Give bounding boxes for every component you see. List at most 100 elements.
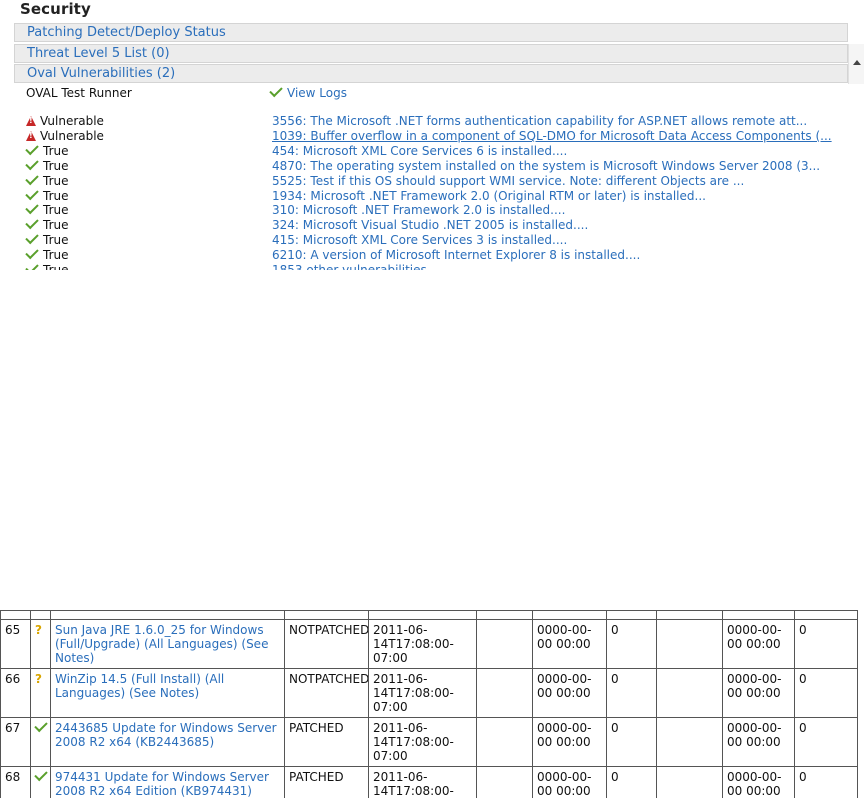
result-link[interactable]: 1039: Buffer overflow in a component of … (272, 129, 832, 144)
blank-area (0, 270, 864, 610)
count-cell: 0 (606, 668, 657, 718)
page-title: Security (20, 0, 91, 18)
result-link[interactable]: 324: Microsoft Visual Studio .NET 2005 i… (272, 218, 588, 233)
patch-status: NOTPATCHED (284, 668, 369, 718)
row-number: 65 (0, 619, 31, 669)
warning-icon (26, 131, 36, 141)
check-icon (25, 230, 39, 245)
count-cell: 0 (794, 619, 858, 669)
table-row (0, 610, 858, 620)
result-row: True 310: Microsoft .NET Framework 2.0 i… (25, 200, 846, 218)
patch-title-cell: 2443685 Update for Windows Server 2008 R… (50, 717, 285, 767)
result-link[interactable]: 6210: A version of Microsoft Internet Ex… (272, 248, 640, 263)
check-icon (25, 186, 39, 201)
count-cell: 0 (606, 766, 657, 798)
count-cell: 0 (794, 717, 858, 767)
scrollbar[interactable] (848, 44, 864, 84)
patch-status: NOTPATCHED (284, 619, 369, 669)
result-row: True 4870: The operating system installe… (25, 156, 846, 174)
patch-status: PATCHED (284, 766, 369, 798)
patch-title-cell: WinZip 14.5 (Full Install) (All Language… (50, 668, 285, 718)
patch-title-cell: 974431 Update for Windows Server 2008 R2… (50, 766, 285, 798)
table-row: 65 ? Sun Java JRE 1.6.0_25 for Windows (… (0, 619, 858, 669)
row-status-icon: ? (30, 668, 51, 718)
check-icon (269, 83, 283, 98)
result-row: True 454: Microsoft XML Core Services 6 … (25, 141, 846, 159)
patch-table: 65 ? Sun Java JRE 1.6.0_25 for Windows (… (0, 610, 858, 798)
deploy-date: 0000-00-00 00:00 (532, 717, 607, 767)
view-logs-label: View Logs (287, 86, 347, 100)
panel-oval-vulnerabilities[interactable]: Oval Vulnerabilities (2) (14, 64, 848, 83)
oval-test-runner-label: OVAL Test Runner (26, 86, 132, 100)
panel-threat-level-list[interactable]: Threat Level 5 List (0) (14, 44, 848, 63)
patch-title-cell: Sun Java JRE 1.6.0_25 for Windows (Full/… (50, 619, 285, 669)
empty-cell (476, 619, 533, 669)
deploy-date: 0000-00-00 00:00 (722, 668, 795, 718)
result-row: True 324: Microsoft Visual Studio .NET 2… (25, 215, 846, 233)
check-icon (25, 245, 39, 260)
empty-cell (656, 619, 723, 669)
result-row: Vulnerable 3556: The Microsoft .NET form… (26, 114, 846, 129)
patch-link[interactable]: Sun Java JRE 1.6.0_25 for Windows (Full/… (55, 623, 268, 665)
check-icon (25, 156, 39, 171)
patch-status: PATCHED (284, 717, 369, 767)
view-logs-link[interactable]: View Logs (269, 83, 347, 100)
count-cell: 0 (606, 717, 657, 767)
patch-date: 2011-06-14T17:08:00-07:00 (368, 619, 477, 669)
result-row: True 1934: Microsoft .NET Framework 2.0 … (25, 186, 846, 204)
question-icon: ? (35, 623, 42, 637)
row-number: 67 (0, 717, 31, 767)
empty-cell (656, 766, 723, 798)
table-row: 66 ? WinZip 14.5 (Full Install) (All Lan… (0, 668, 858, 718)
result-link[interactable]: 4870: The operating system installed on … (272, 159, 820, 174)
patch-link[interactable]: 974431 Update for Windows Server 2008 R2… (55, 770, 269, 798)
patch-date: 2011-06-14T17:08:00-07:00 (368, 668, 477, 718)
patch-link[interactable]: 2443685 Update for Windows Server 2008 R… (55, 721, 277, 749)
count-cell: 0 (606, 619, 657, 669)
table-row: 67 2443685 Update for Windows Server 200… (0, 717, 858, 767)
row-number: 68 (0, 766, 31, 798)
question-icon: ? (35, 672, 42, 686)
check-icon (25, 171, 39, 186)
table-row: 68 974431 Update for Windows Server 2008… (0, 766, 858, 798)
empty-cell (656, 717, 723, 767)
row-status-icon (30, 766, 51, 798)
empty-cell (656, 668, 723, 718)
empty-cell (476, 717, 533, 767)
empty-cell (476, 668, 533, 718)
deploy-date: 0000-00-00 00:00 (532, 766, 607, 798)
row-status-icon: ? (30, 619, 51, 669)
check-icon (25, 215, 39, 230)
deploy-date: 0000-00-00 00:00 (722, 766, 795, 798)
result-row: True 415: Microsoft XML Core Services 3 … (25, 230, 846, 248)
check-icon (34, 718, 48, 733)
result-link[interactable]: 5525: Test if this OS should support WMI… (272, 174, 744, 189)
check-icon (25, 200, 39, 215)
patch-date: 2011-06-14T17:08:00-07:00 (368, 717, 477, 767)
patch-table-container: 65 ? Sun Java JRE 1.6.0_25 for Windows (… (0, 610, 864, 798)
result-link[interactable]: 454: Microsoft XML Core Services 6 is in… (272, 144, 567, 159)
result-link[interactable]: 3556: The Microsoft .NET forms authentic… (272, 114, 807, 129)
deploy-date: 0000-00-00 00:00 (532, 668, 607, 718)
check-icon (34, 767, 48, 782)
result-status: Vulnerable (26, 129, 104, 144)
empty-cell (476, 766, 533, 798)
deploy-date: 0000-00-00 00:00 (722, 619, 795, 669)
result-row: True 6210: A version of Microsoft Intern… (25, 245, 846, 263)
panel-patching-status[interactable]: Patching Detect/Deploy Status (14, 23, 848, 42)
deploy-date: 0000-00-00 00:00 (532, 619, 607, 669)
scroll-up-arrow-icon[interactable] (853, 60, 861, 65)
row-number: 66 (0, 668, 31, 718)
count-cell: 0 (794, 668, 858, 718)
result-link[interactable]: 310: Microsoft .NET Framework 2.0 is ins… (272, 203, 565, 218)
patch-link[interactable]: WinZip 14.5 (Full Install) (All Language… (55, 672, 224, 700)
patch-date: 2011-06-14T17:08:00-07:00 (368, 766, 477, 798)
result-link[interactable]: 1934: Microsoft .NET Framework 2.0 (Orig… (272, 189, 706, 204)
warning-icon (26, 116, 36, 126)
result-link[interactable]: 415: Microsoft XML Core Services 3 is in… (272, 233, 567, 248)
result-status: Vulnerable (26, 114, 104, 129)
result-row: True 5525: Test if this OS should suppor… (25, 171, 846, 189)
result-row: Vulnerable 1039: Buffer overflow in a co… (26, 129, 846, 144)
check-icon (25, 141, 39, 156)
row-status-icon (30, 717, 51, 767)
